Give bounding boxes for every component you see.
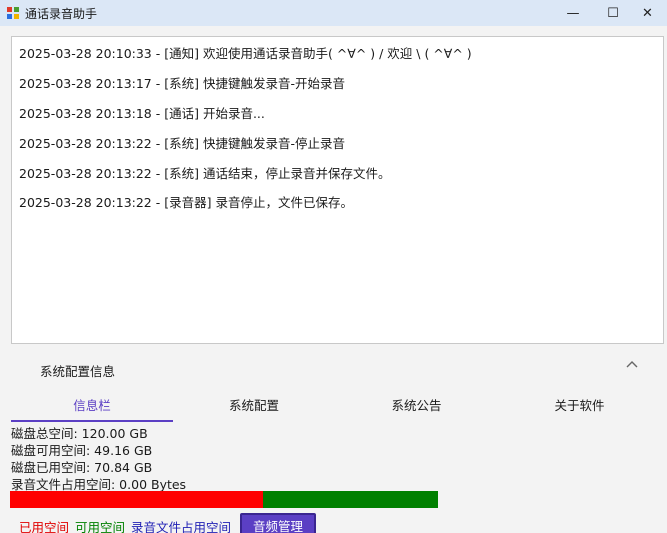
log-line: 2025-03-28 20:13:17 - [系统] 快捷键触发录音-开始录音 [19,76,345,91]
used-segment [10,491,263,508]
main-window: 2025-03-28 20:10:33 - [通知] 欢迎使用通话录音助手( ^… [0,26,667,533]
log-line: 2025-03-28 20:10:33 - [通知] 欢迎使用通话录音助手( ^… [19,46,472,61]
tab-announcements[interactable]: 系统公告 [335,391,498,421]
close-button[interactable]: ✕ [628,0,667,26]
tab-about[interactable]: 关于软件 [498,391,661,421]
app-logo-icon [7,7,19,19]
window-title: 通话录音助手 [25,7,98,21]
log-line: 2025-03-28 20:13:18 - [通话] 开始录音... [19,106,265,121]
log-line: 2025-03-28 20:13:22 - [系统] 通话结束，停止录音并保存文… [19,166,391,181]
config-tabs: 信息栏 系统配置 系统公告 关于软件 [11,391,661,422]
log-line: 2025-03-28 20:13:22 - [录音器] 录音停止，文件已保存。 [19,195,353,210]
audio-management-button[interactable]: 音频管理 [240,513,316,533]
log-line: 2025-03-28 20:13:22 - [系统] 快捷键触发录音-停止录音 [19,136,345,151]
chevron-up-icon[interactable] [625,358,639,372]
legend-recordings: 录音文件占用空间 [131,520,232,533]
legend-used: 已用空间 [19,520,70,533]
disk-usage-bar [10,491,438,508]
title-bar: 通话录音助手 — ☐ ✕ [0,0,667,26]
tab-info[interactable]: 信息栏 [11,391,173,421]
config-section-header[interactable]: 系统配置信息 [40,361,115,380]
free-segment [262,491,438,508]
tab-system-config[interactable]: 系统配置 [173,391,335,421]
log-panel[interactable]: 2025-03-28 20:10:33 - [通知] 欢迎使用通话录音助手( ^… [11,36,664,344]
active-tab-indicator [11,420,173,422]
legend-free: 可用空间 [75,520,126,533]
